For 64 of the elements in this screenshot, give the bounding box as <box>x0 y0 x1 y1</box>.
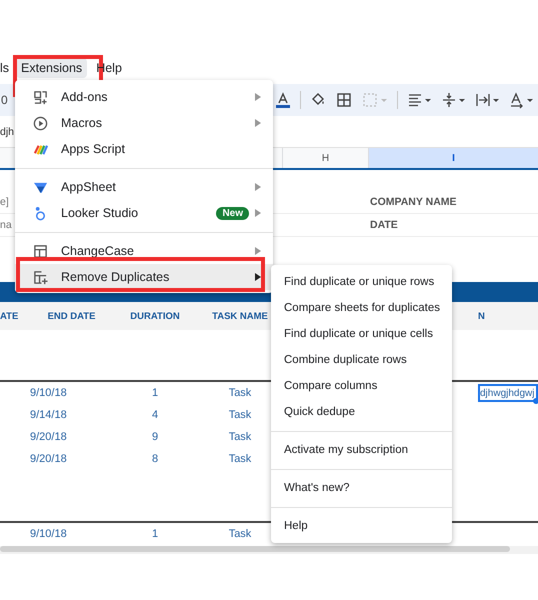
table-plus-icon <box>33 270 48 284</box>
column-title: END DATE <box>46 310 96 322</box>
table-cell-text: 4 <box>150 409 160 421</box>
label-cell: COMPANY NAME <box>370 196 457 208</box>
merge-cells-icon <box>361 91 389 109</box>
menu-bar-item[interactable]: Extensions <box>16 58 88 78</box>
new-badge: New <box>216 206 249 220</box>
table-cell-text: 9 <box>150 431 160 443</box>
submenu-arrow-icon <box>255 273 261 281</box>
vertical-align-icon[interactable] <box>440 91 466 109</box>
table-cell-text: 8 <box>150 453 160 465</box>
table-cell-text: 1 <box>150 528 160 540</box>
table-cell-text: 9/20/18 <box>29 431 68 443</box>
menu-item[interactable]: Looker Studio New <box>15 200 273 226</box>
wrap-icon[interactable] <box>474 91 500 109</box>
active-cell[interactable]: djhwgjhdgwj <box>478 384 538 402</box>
table-cell-text: 9/14/18 <box>29 409 68 421</box>
looker-icon <box>33 206 48 220</box>
column-title: N <box>478 310 486 322</box>
column-header[interactable]: I <box>368 148 538 168</box>
menu-item[interactable]: Compare sheets for duplicates <box>271 295 452 321</box>
text-color-icon[interactable] <box>274 91 292 109</box>
table-cell-text: Task <box>228 431 252 443</box>
menu-item[interactable]: Help <box>271 513 452 539</box>
menu-item[interactable]: AppSheet <box>15 174 273 200</box>
menu-item[interactable]: ChangeCase <box>15 238 273 264</box>
submenu-arrow-icon <box>255 119 261 127</box>
table-cell-text: 9/10/18 <box>29 387 68 399</box>
menu-item[interactable]: Find duplicate or unique cells <box>271 321 452 347</box>
table-cell-text: Task <box>228 453 252 465</box>
table-cell-text: Task <box>228 409 252 421</box>
scrollbar[interactable] <box>0 546 510 552</box>
grid-plus-icon <box>33 90 48 104</box>
submenu-arrow-icon <box>255 247 261 255</box>
zoom-field[interactable]: 0 <box>1 93 8 107</box>
menu-item[interactable]: Compare columns <box>271 373 452 399</box>
submenu-arrow-icon <box>255 183 261 191</box>
borders-icon[interactable] <box>335 91 353 109</box>
column-title: DURATION <box>129 310 181 322</box>
menu-item[interactable]: Find duplicate or unique rows <box>271 269 452 295</box>
column-title: TASK NAME <box>211 310 269 322</box>
menu-item[interactable]: Combine duplicate rows <box>271 347 452 373</box>
label-cell: DATE <box>370 219 398 231</box>
table-cell-text: Task <box>228 387 252 399</box>
cell-text: e] <box>0 196 10 208</box>
rotate-text-icon[interactable] <box>508 91 534 109</box>
menu-item[interactable]: Macros <box>15 110 273 136</box>
menu-item[interactable]: Apps Script <box>15 136 273 162</box>
table-cell-text: 9/10/18 <box>29 528 68 540</box>
table-icon <box>33 244 48 258</box>
menu-bar-item[interactable]: ls <box>0 58 10 78</box>
table-cell-text: Task <box>228 528 252 540</box>
menu-item[interactable]: Quick dedupe <box>271 399 452 425</box>
play-circle-icon <box>33 116 48 130</box>
table-cell-text: 1 <box>150 387 160 399</box>
column-title: ATE <box>0 310 20 322</box>
formula-text: djh <box>0 126 14 138</box>
menu-item[interactable]: Activate my subscription <box>271 437 452 463</box>
cell-text: na <box>0 219 13 231</box>
submenu-arrow-icon <box>255 93 261 101</box>
submenu-arrow-icon <box>255 209 261 217</box>
menu-item[interactable]: What's new? <box>271 475 452 501</box>
table-cell-text: 9/20/18 <box>29 453 68 465</box>
menu-item[interactable]: Add-ons <box>15 84 273 110</box>
